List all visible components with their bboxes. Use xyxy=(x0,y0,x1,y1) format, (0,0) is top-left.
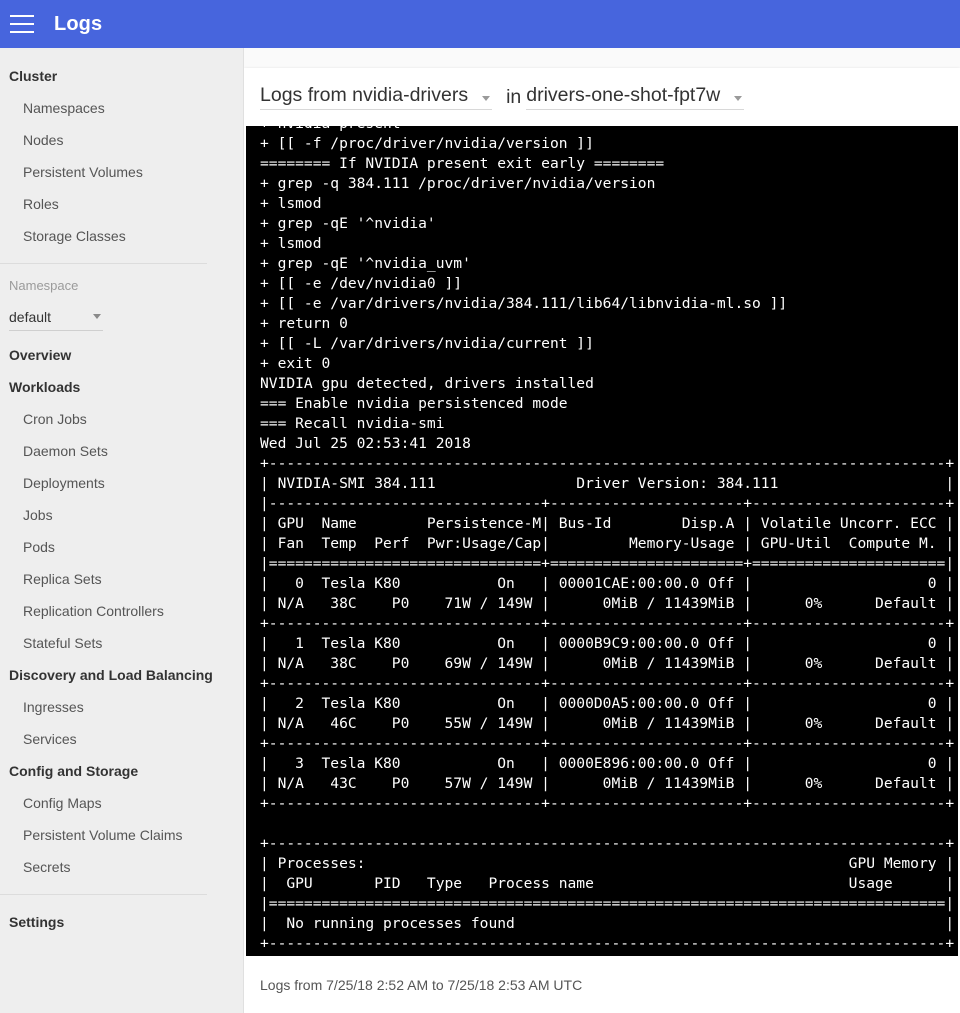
log-line: +-------------------------------+-------… xyxy=(260,735,955,752)
pod-select[interactable]: drivers-one-shot-fpt7w xyxy=(526,84,745,110)
log-line: | 3 Tesla K80 On | 0000E896:00:00.0 Off … xyxy=(260,755,955,772)
sidebar-heading-discovery: Discovery and Load Balancing xyxy=(9,667,213,683)
sidebar-item-deployments[interactable]: Deployments xyxy=(0,467,243,499)
log-line: === Recall nvidia-smi xyxy=(260,415,445,432)
log-line: + [[ -e /var/drivers/nvidia/384.111/lib6… xyxy=(260,295,788,312)
log-line: | N/A 38C P0 69W / 149W | 0MiB / 11439Mi… xyxy=(260,655,955,672)
sidebar-item-services[interactable]: Services xyxy=(0,723,243,755)
sidebar-item-ingresses[interactable]: Ingresses xyxy=(0,691,243,723)
log-line: NVIDIA gpu detected, drivers installed xyxy=(260,375,594,392)
logs-card-footer: Logs from 7/25/18 2:52 AM to 7/25/18 2:5… xyxy=(244,956,960,1013)
in-label: in xyxy=(506,85,522,108)
sidebar-item-overview[interactable]: Overview xyxy=(0,339,243,371)
hamburger-menu-icon[interactable] xyxy=(10,15,34,33)
log-line: +-------------------------------+-------… xyxy=(260,615,955,632)
sidebar-item-pods[interactable]: Pods xyxy=(0,531,243,563)
app-bar: Logs xyxy=(0,0,960,48)
log-line: +---------------------------------------… xyxy=(260,455,955,472)
namespace-label: Namespace xyxy=(9,278,79,293)
namespace-select[interactable]: default xyxy=(9,303,103,331)
sidebar-heading-cluster: Cluster xyxy=(9,68,58,84)
log-line: Wed Jul 25 02:53:41 2018 xyxy=(260,435,471,452)
log-line: | N/A 38C P0 71W / 149W | 0MiB / 11439Mi… xyxy=(260,595,955,612)
log-line: + exit 0 xyxy=(260,355,331,372)
chevron-down-icon xyxy=(482,96,491,101)
log-line: | GPU PID Type Process name Usage | xyxy=(260,875,955,892)
log-line: + [[ -e /dev/nvidia0 ]] xyxy=(260,275,463,292)
sidebar-item-persistent-volumes[interactable]: Persistent Volumes xyxy=(0,156,243,188)
log-line: | N/A 46C P0 55W / 149W | 0MiB / 11439Mi… xyxy=(260,715,955,732)
log-time-range: Logs from 7/25/18 2:52 AM to 7/25/18 2:5… xyxy=(260,976,583,993)
main-content: Logs from nvidia-drivers in drivers-one-… xyxy=(244,48,960,1013)
sidebar-item-nodes[interactable]: Nodes xyxy=(0,124,243,156)
log-line: === Enable nvidia persistenced mode xyxy=(260,395,568,412)
log-line: |-------------------------------+-------… xyxy=(260,495,955,512)
log-line: +---------------------------------------… xyxy=(260,835,955,852)
log-line: | N/A 43C P0 57W / 149W | 0MiB / 11439Mi… xyxy=(260,775,955,792)
log-line: + [[ -L /var/drivers/nvidia/current ]] xyxy=(260,335,594,352)
log-source-select[interactable]: Logs from nvidia-drivers xyxy=(260,84,493,110)
sidebar-item-replica-sets[interactable]: Replica Sets xyxy=(0,563,243,595)
sidebar-item-cron-jobs[interactable]: Cron Jobs xyxy=(0,403,243,435)
pod-label: drivers-one-shot-fpt7w xyxy=(526,84,721,106)
sidebar-item-replication-controllers[interactable]: Replication Controllers xyxy=(0,595,243,627)
sidebar-item-persistent-volume-claims[interactable]: Persistent Volume Claims xyxy=(0,819,243,851)
log-line: |=======================================… xyxy=(260,895,955,912)
log-line: +---------------------------------------… xyxy=(260,935,955,952)
sidebar-item-roles[interactable]: Roles xyxy=(0,188,243,220)
sidebar-item-jobs[interactable]: Jobs xyxy=(0,499,243,531)
log-line: + return 0 xyxy=(260,315,348,332)
log-line: | 0 Tesla K80 On | 00001CAE:00:00.0 Off … xyxy=(260,575,955,592)
log-line: | 2 Tesla K80 On | 0000D0A5:00:00.0 Off … xyxy=(260,695,955,712)
log-line: + lsmod xyxy=(260,235,322,252)
logs-card-header: Logs from nvidia-drivers in drivers-one-… xyxy=(244,68,960,126)
log-line: + nvidia present xyxy=(260,126,954,134)
log-line: | 1 Tesla K80 On | 0000B9C9:00:00.0 Off … xyxy=(260,635,955,652)
sidebar-item-settings[interactable]: Settings xyxy=(0,906,243,938)
log-line: + grep -q 384.111 /proc/driver/nvidia/ve… xyxy=(260,175,656,192)
log-line: + grep -qE '^nvidia_uvm' xyxy=(260,255,471,272)
log-lines-container: + nvidia present+ [[ -f /proc/driver/nvi… xyxy=(260,126,954,956)
log-line: + lsmod xyxy=(260,195,322,212)
sidebar-heading-config: Config and Storage xyxy=(9,763,139,779)
log-line: |===============================+=======… xyxy=(260,555,955,572)
log-line: ======== If NVIDIA present exit early ==… xyxy=(260,155,665,172)
log-terminal[interactable]: + nvidia present+ [[ -f /proc/driver/nvi… xyxy=(246,126,958,956)
log-source-label: Logs from nvidia-drivers xyxy=(260,84,469,106)
log-line: | Fan Temp Perf Pwr:Usage/Cap| Memory-Us… xyxy=(260,535,955,552)
namespace-selected-value: default xyxy=(9,308,52,325)
sidebar-divider-bottom xyxy=(0,894,207,895)
sidebar-item-daemon-sets[interactable]: Daemon Sets xyxy=(0,435,243,467)
log-line: | NVIDIA-SMI 384.111 Driver Version: 384… xyxy=(260,475,955,492)
page-title: Logs xyxy=(54,12,103,35)
sidebar: Cluster Namespaces Nodes Persistent Volu… xyxy=(0,48,244,1013)
log-line: +-------------------------------+-------… xyxy=(260,795,955,812)
log-line: + [[ -f /proc/driver/nvidia/version ]] xyxy=(260,135,594,152)
sidebar-item-namespaces[interactable]: Namespaces xyxy=(0,92,243,124)
sidebar-divider-top xyxy=(0,263,207,264)
sidebar-item-storage-classes[interactable]: Storage Classes xyxy=(0,220,243,252)
log-line: | GPU Name Persistence-M| Bus-Id Disp.A … xyxy=(260,515,955,532)
sidebar-item-secrets[interactable]: Secrets xyxy=(0,851,243,883)
sidebar-item-stateful-sets[interactable]: Stateful Sets xyxy=(0,627,243,659)
logs-card: Logs from nvidia-drivers in drivers-one-… xyxy=(244,68,960,1013)
log-line: | Processes: GPU Memory | xyxy=(260,855,955,872)
sidebar-heading-workloads: Workloads xyxy=(9,379,81,395)
chevron-down-icon xyxy=(734,96,743,101)
chevron-down-icon xyxy=(93,314,101,319)
sidebar-item-config-maps[interactable]: Config Maps xyxy=(0,787,243,819)
log-line: +-------------------------------+-------… xyxy=(260,675,955,692)
log-line: | No running processes found | xyxy=(260,915,955,932)
log-line: + grep -qE '^nvidia' xyxy=(260,215,436,232)
